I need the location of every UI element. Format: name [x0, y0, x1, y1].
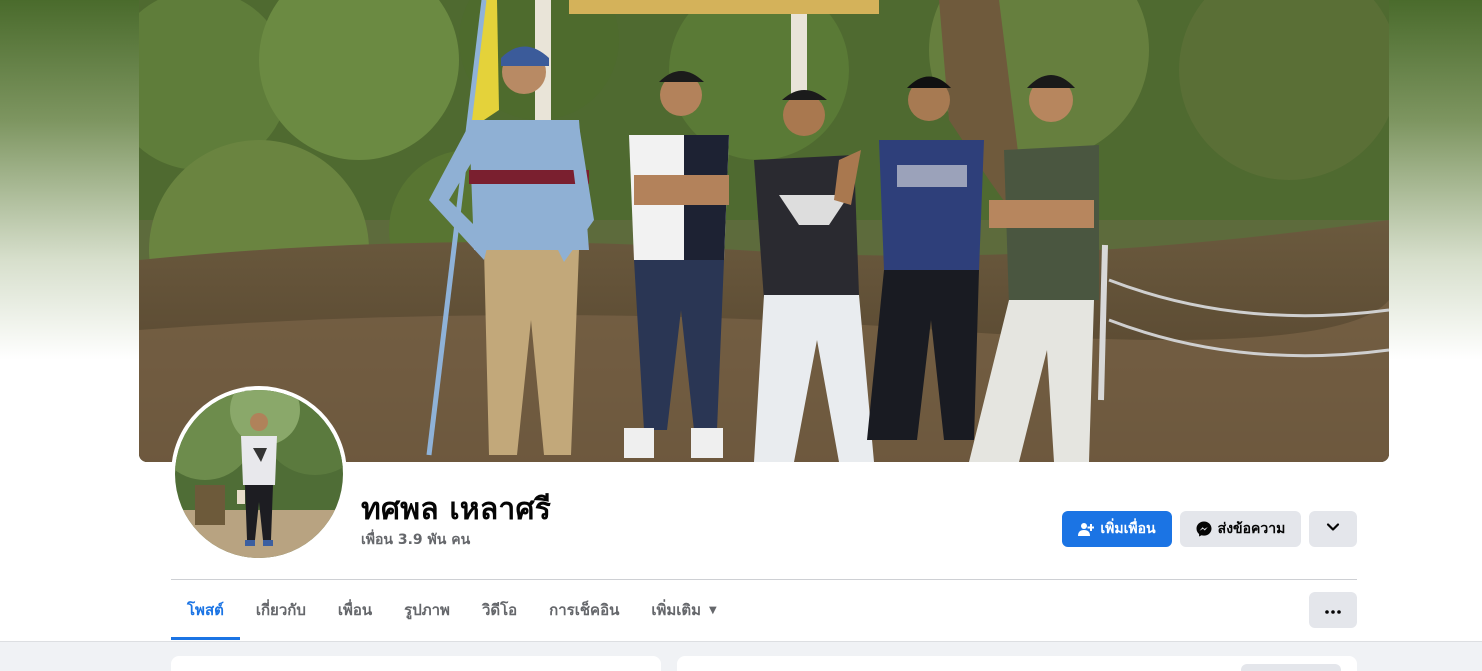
tab-label: วิดีโอ: [481, 601, 518, 619]
caret-down-icon: ▼: [709, 604, 717, 616]
posts-card: [677, 656, 1357, 671]
chevron-down-icon: [1326, 520, 1340, 538]
tab-checkins[interactable]: การเช็คอิน: [533, 580, 635, 640]
profile-tabs: โพสต์ เกี่ยวกับ เพื่อน รูปภาพ วิดีโอ การ…: [171, 580, 733, 640]
tab-label: เพื่อน: [337, 601, 373, 619]
more-dots-icon: [1325, 601, 1341, 619]
tab-about[interactable]: เกี่ยวกับ: [240, 580, 322, 640]
tab-label: การเช็คอิน: [549, 601, 620, 619]
tab-photos[interactable]: รูปภาพ: [388, 580, 466, 640]
tab-label: เพิ่มเติม: [651, 601, 702, 619]
profile-name: ทศพล เหลาศรี: [361, 492, 552, 527]
messenger-icon: [1196, 521, 1212, 537]
friend-count[interactable]: เพื่อน 3.9 พัน คน: [361, 529, 470, 551]
intro-card: [171, 656, 661, 671]
message-label: ส่งข้อความ: [1217, 521, 1286, 537]
tab-friends[interactable]: เพื่อน: [322, 580, 388, 640]
profile-options-dropdown[interactable]: [1309, 511, 1357, 547]
tab-label: เกี่ยวกับ: [255, 601, 306, 619]
person-plus-icon: [1078, 521, 1095, 537]
profile-avatar[interactable]: [171, 386, 347, 562]
add-friend-button[interactable]: เพิ่มเพื่อน: [1062, 511, 1172, 547]
add-friend-label: เพิ่มเพื่อน: [1100, 521, 1156, 537]
filters-button[interactable]: [1241, 664, 1341, 671]
tab-label: โพสต์: [187, 601, 224, 619]
cover-photo[interactable]: [139, 0, 1389, 462]
cover-photo-image: [139, 0, 1389, 462]
avatar-photo: [175, 390, 343, 558]
tab-posts[interactable]: โพสต์: [171, 580, 240, 640]
message-button[interactable]: ส่งข้อความ: [1180, 511, 1301, 547]
tab-label: รูปภาพ: [404, 601, 450, 619]
more-options-button[interactable]: [1309, 592, 1357, 628]
tab-more[interactable]: เพิ่มเติม ▼: [635, 580, 732, 640]
tab-videos[interactable]: วิดีโอ: [466, 580, 533, 640]
